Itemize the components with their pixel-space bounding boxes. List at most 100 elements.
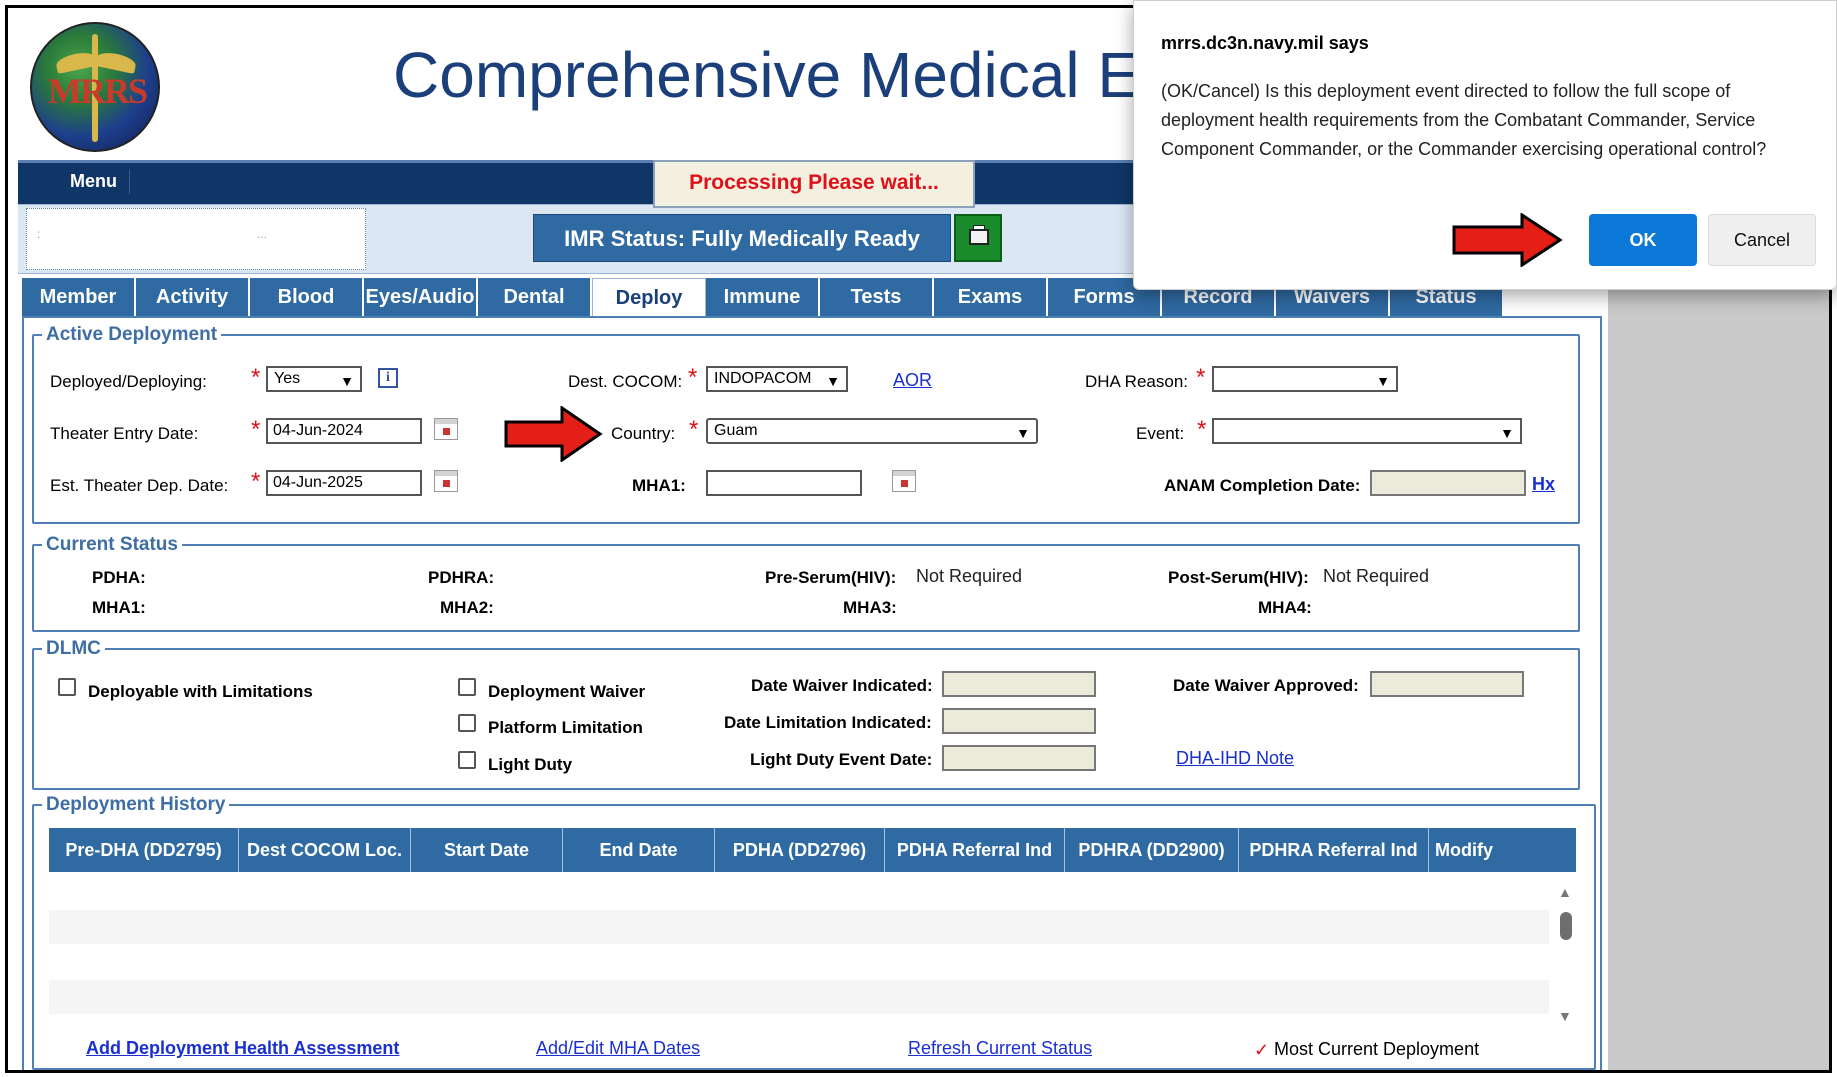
light-duty-label: Light Duty bbox=[488, 755, 573, 774]
ok-button[interactable]: OK bbox=[1589, 214, 1697, 266]
cancel-button[interactable]: Cancel bbox=[1708, 214, 1816, 266]
column-header[interactable]: Pre-DHA (DD2795) bbox=[49, 828, 239, 872]
column-header[interactable]: End Date bbox=[563, 828, 715, 872]
anam-label: ANAM Completion Date: bbox=[1164, 476, 1361, 495]
mha1-date-input[interactable] bbox=[706, 470, 862, 496]
dest-cocom-select[interactable]: INDOPACOM ▼ bbox=[706, 366, 848, 392]
imr-status-button[interactable]: IMR Status: Fully Medically Ready bbox=[533, 214, 951, 262]
tab-tests[interactable]: Tests bbox=[820, 278, 934, 316]
theater-entry-date-input[interactable]: 04-Jun-2024 bbox=[266, 418, 422, 444]
history-scrollbar[interactable]: ▲ ▼ bbox=[1555, 884, 1575, 1024]
date-limitation-indicated-input bbox=[942, 708, 1096, 734]
required-marker: * bbox=[688, 364, 698, 391]
country-label: Country: bbox=[611, 424, 676, 443]
light-duty-event-date-input bbox=[942, 745, 1096, 771]
tab-deploy[interactable]: Deploy bbox=[592, 278, 706, 318]
chevron-down-icon: ▼ bbox=[340, 373, 354, 389]
mha2-status-label: MHA2: bbox=[440, 598, 494, 617]
platform-limitation-checkbox[interactable] bbox=[458, 714, 476, 732]
tab-member[interactable]: Member bbox=[22, 278, 136, 316]
deployment-waiver-checkbox[interactable] bbox=[458, 678, 476, 696]
tab-blood[interactable]: Blood bbox=[250, 278, 364, 316]
menu-button[interactable]: Menu bbox=[58, 169, 130, 194]
scroll-down-icon[interactable]: ▼ bbox=[1558, 1008, 1572, 1024]
tab-activity[interactable]: Activity bbox=[136, 278, 250, 316]
refresh-status-link[interactable]: Refresh Current Status bbox=[908, 1038, 1092, 1059]
print-button[interactable] bbox=[954, 214, 1002, 262]
pdha-label: PDHA: bbox=[92, 568, 146, 587]
mha1-status-label: MHA1: bbox=[92, 598, 146, 617]
tab-immune[interactable]: Immune bbox=[706, 278, 820, 316]
event-label: Event: bbox=[1136, 424, 1185, 443]
tab-exams[interactable]: Exams bbox=[934, 278, 1048, 316]
aor-link[interactable]: AOR bbox=[893, 370, 932, 391]
history-table-body: ▲ ▼ bbox=[49, 874, 1576, 1024]
dialog-title: mrrs.dc3n.navy.mil says bbox=[1161, 33, 1369, 53]
info-icon[interactable]: i bbox=[378, 368, 398, 388]
history-table-header: Pre-DHA (DD2795) Dest COCOM Loc. Start D… bbox=[49, 828, 1576, 872]
add-dha-link[interactable]: Add Deployment Health Assessment bbox=[86, 1038, 399, 1059]
date-waiver-approved-label: Date Waiver Approved: bbox=[1173, 676, 1359, 695]
scroll-up-icon[interactable]: ▲ bbox=[1558, 884, 1572, 900]
mrrs-logo: MRRS bbox=[30, 22, 160, 152]
most-current-legend: Most Current Deployment bbox=[1274, 1039, 1480, 1059]
confirm-dialog: mrrs.dc3n.navy.mil says (OK/Cancel) Is t… bbox=[1133, 0, 1837, 290]
dest-cocom-label: Dest. COCOM: bbox=[568, 372, 683, 391]
member-name-redacted: : ... bbox=[37, 227, 268, 241]
dha-ihd-note-link[interactable]: DHA-IHD Note bbox=[1176, 748, 1294, 769]
active-deployment-legend: Active Deployment bbox=[42, 324, 222, 346]
required-marker: * bbox=[1196, 364, 1206, 391]
app-title: Comprehensive Medical En bbox=[393, 39, 1176, 111]
processing-indicator: Processing Please wait... bbox=[653, 160, 975, 208]
date-waiver-indicated-input bbox=[942, 671, 1096, 697]
deployment-waiver-label: Deployment Waiver bbox=[488, 682, 646, 701]
column-header[interactable]: Start Date bbox=[411, 828, 563, 872]
table-row bbox=[49, 910, 1549, 944]
current-status-group: Current Status bbox=[32, 534, 1580, 632]
table-row bbox=[49, 980, 1549, 1014]
country-select[interactable]: Guam ▼ bbox=[706, 418, 1038, 444]
calendar-icon[interactable] bbox=[434, 470, 458, 492]
deployment-history-legend: Deployment History bbox=[42, 794, 230, 816]
post-serum-value: Not Required bbox=[1323, 566, 1430, 586]
est-dep-label: Est. Theater Dep. Date: bbox=[50, 476, 229, 495]
required-marker: * bbox=[251, 364, 261, 391]
platform-limitation-label: Platform Limitation bbox=[488, 718, 643, 737]
required-marker: * bbox=[251, 416, 261, 443]
deployed-select[interactable]: Yes ▼ bbox=[266, 366, 362, 392]
current-status-legend: Current Status bbox=[42, 534, 182, 556]
tab-dental[interactable]: Dental bbox=[478, 278, 592, 316]
dha-reason-label: DHA Reason: bbox=[1085, 372, 1188, 391]
required-marker: * bbox=[1197, 416, 1207, 443]
pdhra-label: PDHRA: bbox=[428, 568, 495, 587]
theater-entry-label: Theater Entry Date: bbox=[50, 424, 199, 443]
light-duty-checkbox[interactable] bbox=[458, 751, 476, 769]
chevron-down-icon: ▼ bbox=[1016, 425, 1030, 441]
tab-eyes-audio[interactable]: Eyes/Audio bbox=[364, 278, 478, 316]
date-limitation-indicated-label: Date Limitation Indicated: bbox=[724, 713, 932, 732]
event-select[interactable]: ▼ bbox=[1212, 418, 1522, 444]
column-header[interactable]: PDHA Referral Ind bbox=[885, 828, 1065, 872]
required-marker: * bbox=[251, 468, 261, 495]
dialog-message: (OK/Cancel) Is this deployment event dir… bbox=[1161, 81, 1767, 159]
column-header[interactable]: PDHRA (DD2900) bbox=[1065, 828, 1239, 872]
column-header[interactable]: PDHA (DD2796) bbox=[715, 828, 885, 872]
est-dep-date-input[interactable]: 04-Jun-2025 bbox=[266, 470, 422, 496]
mha4-status-label: MHA4: bbox=[1258, 598, 1312, 617]
calendar-icon[interactable] bbox=[892, 470, 916, 492]
chevron-down-icon: ▼ bbox=[1376, 373, 1390, 389]
logo-text: MRRS bbox=[48, 71, 148, 111]
chevron-down-icon: ▼ bbox=[826, 373, 840, 389]
deployable-limitations-checkbox[interactable] bbox=[58, 678, 76, 696]
calendar-icon[interactable] bbox=[434, 418, 458, 440]
add-edit-mha-link[interactable]: Add/Edit MHA Dates bbox=[536, 1038, 700, 1059]
column-header[interactable]: Modify bbox=[1429, 828, 1499, 872]
date-waiver-approved-input bbox=[1370, 671, 1524, 697]
scroll-thumb[interactable] bbox=[1560, 912, 1572, 940]
chevron-down-icon: ▼ bbox=[1500, 425, 1514, 441]
dlmc-legend: DLMC bbox=[42, 638, 105, 660]
dha-reason-select[interactable]: ▼ bbox=[1212, 366, 1398, 392]
hx-link[interactable]: Hx bbox=[1532, 474, 1555, 495]
column-header[interactable]: Dest COCOM Loc. bbox=[239, 828, 411, 872]
column-header[interactable]: PDHRA Referral Ind bbox=[1239, 828, 1429, 872]
